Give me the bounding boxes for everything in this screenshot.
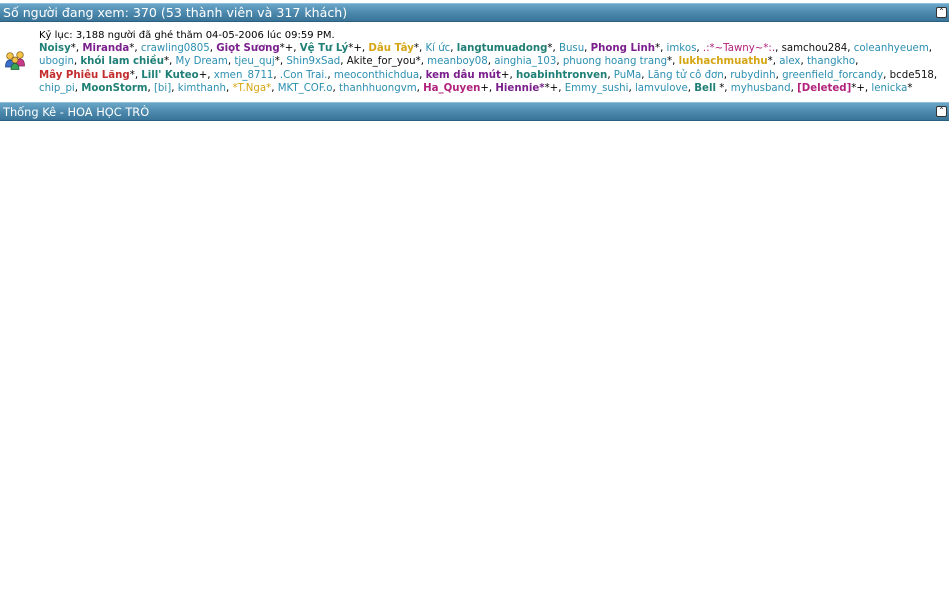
user-status-marker: * xyxy=(413,43,419,54)
statistics-title: Thống Kê - HOA HỌC TRÒ xyxy=(3,105,150,119)
online-user-link[interactable]: imkos xyxy=(667,43,697,54)
online-users-header: Số người đang xem: 370 (53 thành viên và… xyxy=(0,3,949,22)
online-user-link[interactable]: .:*~Tawny~*:. xyxy=(703,43,775,54)
user-status-marker: *+ xyxy=(544,82,559,94)
online-users-panel: Kỷ lục: 3,188 người đã ghé thăm 04-05-20… xyxy=(0,22,949,102)
visitor-record-text: Kỷ lục: 3,188 người đã ghé thăm 04-05-20… xyxy=(39,30,335,41)
user-status-marker: *+ xyxy=(348,43,362,54)
online-user-link[interactable]: tjeu_quj xyxy=(234,56,274,67)
online-user-link[interactable]: myhusband xyxy=(731,83,791,94)
online-user-link[interactable]: greenfield_forcandy xyxy=(782,70,883,81)
online-user-link[interactable]: chip_pi xyxy=(39,83,75,94)
user-status-marker: *+ xyxy=(279,43,294,54)
online-user-list: Noisy*, Miranda*, crawling0805, Giọt Sươ… xyxy=(39,43,938,94)
online-user-link[interactable]: Vệ Tư Lý xyxy=(300,43,349,54)
user-status-marker: * xyxy=(70,43,76,54)
online-user-link[interactable]: Mây Phiêu Lãng xyxy=(39,70,130,81)
online-user-link[interactable]: bcde518 xyxy=(890,70,934,81)
user-status-marker: * xyxy=(129,69,135,81)
online-user-link[interactable]: Lãng tử cô đơn xyxy=(648,70,724,81)
online-user-link[interactable]: *T.Nga* xyxy=(232,83,271,94)
online-user-link[interactable]: Lill' Kuteo xyxy=(141,70,198,81)
online-user-link[interactable]: Bell xyxy=(694,83,716,94)
online-user-link[interactable]: phuong hoang trang xyxy=(563,56,667,67)
user-status-marker: * xyxy=(547,43,553,54)
online-user-link[interactable]: lukhachmuathu xyxy=(679,56,768,67)
online-user-link[interactable]: Emmy_sushi xyxy=(565,83,629,94)
online-user-link[interactable]: My Dream xyxy=(176,56,228,67)
online-user-link[interactable]: crawling0805 xyxy=(141,43,210,54)
user-status-marker: + xyxy=(480,82,489,94)
online-user-link[interactable]: rubydinh xyxy=(730,70,775,81)
online-user-link[interactable]: Ha_Quyen xyxy=(423,83,480,94)
online-user-link[interactable]: MoonStorm xyxy=(81,83,147,94)
online-user-link[interactable]: Kí ức xyxy=(425,43,450,54)
online-user-link[interactable]: Akite_for_you xyxy=(347,56,416,67)
online-user-link[interactable]: Phong Linh xyxy=(591,43,655,54)
users-online-icon xyxy=(5,51,25,70)
online-user-link[interactable]: MKT_COF.o xyxy=(278,83,333,94)
online-user-link[interactable]: kem dâu mút xyxy=(426,70,501,81)
online-user-link[interactable]: langtumuadong xyxy=(457,43,548,54)
online-user-link[interactable]: Noisy xyxy=(39,43,71,54)
online-user-link[interactable]: lenicka xyxy=(871,83,907,94)
collapse-stats-icon[interactable]: ⌃ xyxy=(936,106,947,117)
user-status-marker: * xyxy=(415,56,421,68)
online-user-link[interactable]: hoabinhtronven xyxy=(516,70,607,81)
online-user-link[interactable]: Giọt Sương xyxy=(216,43,279,54)
online-user-link[interactable]: coleanhyeuem xyxy=(854,43,929,54)
online-user-link[interactable]: xmen_8711 xyxy=(214,70,274,81)
online-user-link[interactable]: PuMa xyxy=(614,70,641,81)
online-user-link[interactable]: Shin9xSad xyxy=(286,56,340,67)
online-user-link[interactable]: meanboy08 xyxy=(427,56,488,67)
user-status-marker: *+ xyxy=(851,82,865,94)
online-user-link[interactable]: kimthanh xyxy=(178,83,226,94)
statistics-header: Thống Kê - HOA HỌC TRÒ ⌃ xyxy=(0,102,949,121)
user-status-marker: * xyxy=(129,43,135,54)
online-user-link[interactable]: thanhhuongvm xyxy=(339,83,417,94)
user-status-marker: * xyxy=(654,43,661,54)
online-user-link[interactable]: meoconthichdua xyxy=(334,70,419,81)
online-user-link[interactable]: Hiennie* xyxy=(495,83,544,94)
online-user-link[interactable]: Busu xyxy=(559,43,584,54)
collapse-online-icon[interactable]: ⌃ xyxy=(936,7,947,18)
online-user-link[interactable]: lamvulove xyxy=(635,83,688,94)
online-users-title: Số người đang xem: 370 (53 thành viên và… xyxy=(3,5,348,20)
online-user-link[interactable]: thangkho xyxy=(807,56,855,67)
user-status-marker: * xyxy=(274,56,280,68)
online-user-link[interactable]: alex xyxy=(779,56,800,67)
online-user-link[interactable]: khói lam chiều xyxy=(80,56,164,67)
online-user-link[interactable]: Dâu Tây xyxy=(368,43,413,54)
user-status-marker: * xyxy=(767,56,773,68)
online-user-link[interactable]: Miranda xyxy=(82,43,129,54)
online-user-link[interactable]: ainghia_103 xyxy=(494,56,556,67)
user-status-marker: * xyxy=(163,56,170,68)
user-status-marker: * xyxy=(667,56,673,68)
user-status-marker: + xyxy=(500,69,510,81)
online-user-link[interactable]: samchou284 xyxy=(782,43,848,54)
user-status-marker: * xyxy=(715,82,725,94)
user-status-marker: * xyxy=(907,82,913,94)
user-status-marker: + xyxy=(198,69,208,81)
online-user-link[interactable]: [Deleted] xyxy=(797,83,851,94)
online-user-link[interactable]: [bi] xyxy=(154,83,171,94)
online-user-link[interactable]: .Con Trai. xyxy=(280,70,328,81)
online-user-link[interactable]: ubogin xyxy=(39,56,74,67)
